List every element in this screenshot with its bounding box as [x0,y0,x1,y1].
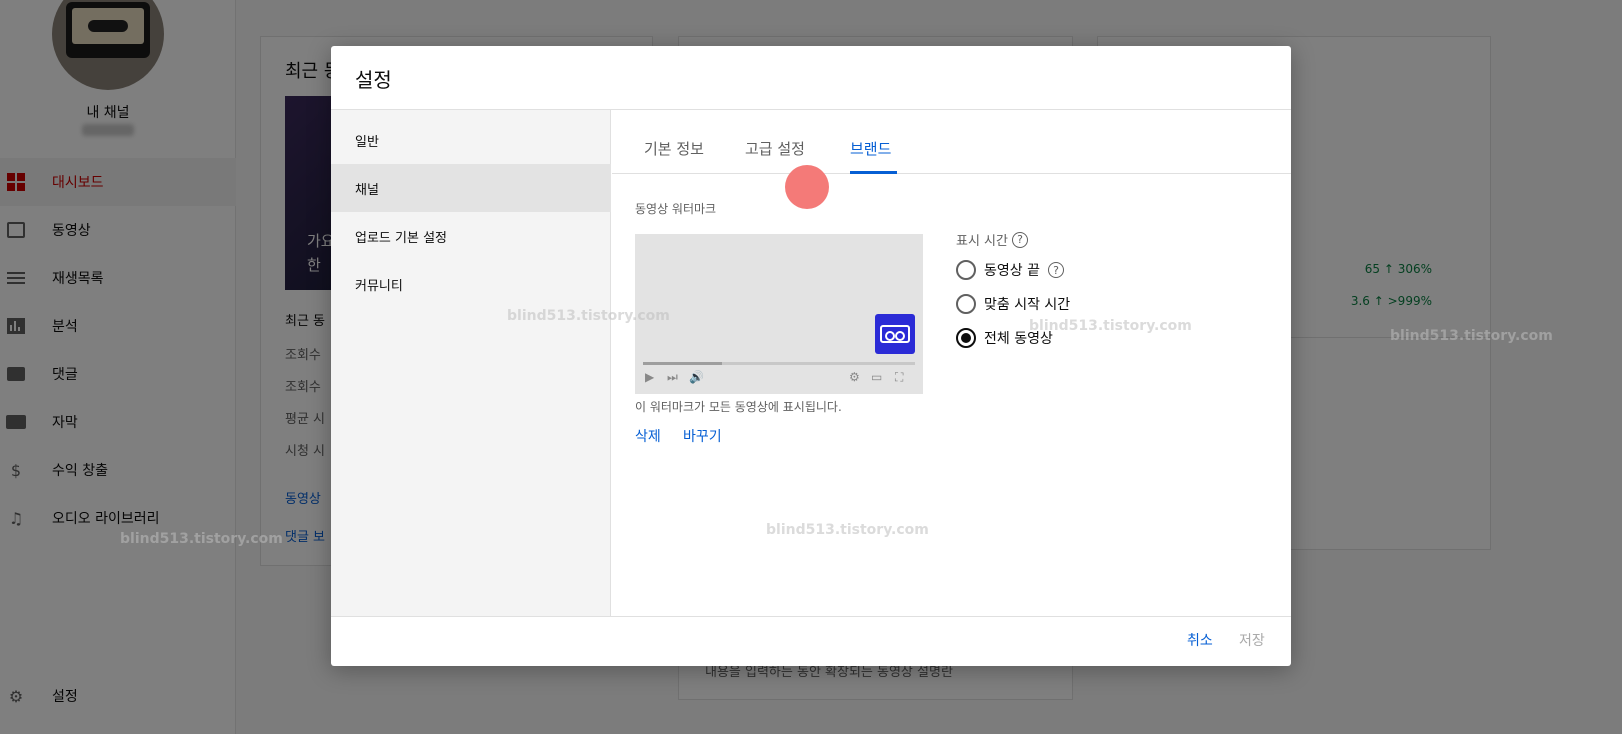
watermark-preview-player: ▶ ⏭ 🔊 ⚙ ▭ ⛶ [635,234,923,394]
display-time-label: 표시 시간 ? [956,230,1028,249]
watermark-text: blind513.tistory.com [766,522,929,538]
play-icon: ▶ [645,370,655,384]
settings-dialog: 설정 일반 채널 업로드 기본 설정 커뮤니티 기본 정보 고급 설정 브랜드 … [331,46,1291,666]
section-label: 동영상 워터마크 [635,202,717,216]
delete-button[interactable]: 삭제 [635,426,661,446]
radio-button[interactable] [956,260,976,280]
settings-nav: 일반 채널 업로드 기본 설정 커뮤니티 [331,110,611,616]
cancel-button[interactable]: 취소 [1187,630,1213,650]
gear-icon: ⚙ [849,370,860,384]
cassette-icon [880,325,910,343]
settings-nav-upload-defaults[interactable]: 업로드 기본 설정 [331,212,611,260]
watermark-caption: 이 워터마크가 모든 동영상에 표시됩니다. [635,400,842,414]
watermark-image [875,314,915,354]
active-tab-indicator [850,171,897,174]
next-icon: ⏭ [667,370,678,384]
watermark-text: blind513.tistory.com [1390,328,1553,344]
radio-button[interactable] [956,294,976,314]
settings-nav-channel[interactable]: 채널 [331,164,611,212]
theater-mode-icon: ▭ [871,370,883,384]
progress-bar [643,362,915,365]
radio-button-selected[interactable] [956,328,976,348]
help-icon[interactable]: ? [1047,262,1064,278]
radio-label: 맞춤 시작 시간 [984,297,1071,313]
settings-nav-general[interactable]: 일반 [331,116,611,164]
help-icon[interactable]: ? [1011,231,1028,248]
display-time-text: 표시 시간 [956,234,1008,249]
radio-custom-start[interactable]: 맞춤 시작 시간 [956,294,1070,314]
dialog-title: 설정 [355,68,392,92]
channel-tabs: 기본 정보 고급 설정 브랜드 [612,110,1291,174]
tab-advanced[interactable]: 고급 설정 [745,138,805,159]
radio-label: 동영상 끝 [984,263,1040,279]
click-indicator [785,165,829,209]
settings-nav-community[interactable]: 커뮤니티 [331,260,611,308]
watermark-text: blind513.tistory.com [507,308,670,324]
watermark-text: blind513.tistory.com [120,531,283,547]
watermark-text: blind513.tistory.com [1029,318,1192,334]
fullscreen-icon: ⛶ [895,370,904,384]
volume-icon: 🔊 [689,370,704,384]
change-button[interactable]: 바꾸기 [683,426,722,446]
tab-branding[interactable]: 브랜드 [850,138,891,159]
save-button[interactable]: 저장 [1239,630,1265,650]
radio-end-of-video[interactable]: 동영상 끝 ? [956,260,1064,280]
tab-basic-info[interactable]: 기본 정보 [644,138,704,159]
divider [331,616,1291,617]
